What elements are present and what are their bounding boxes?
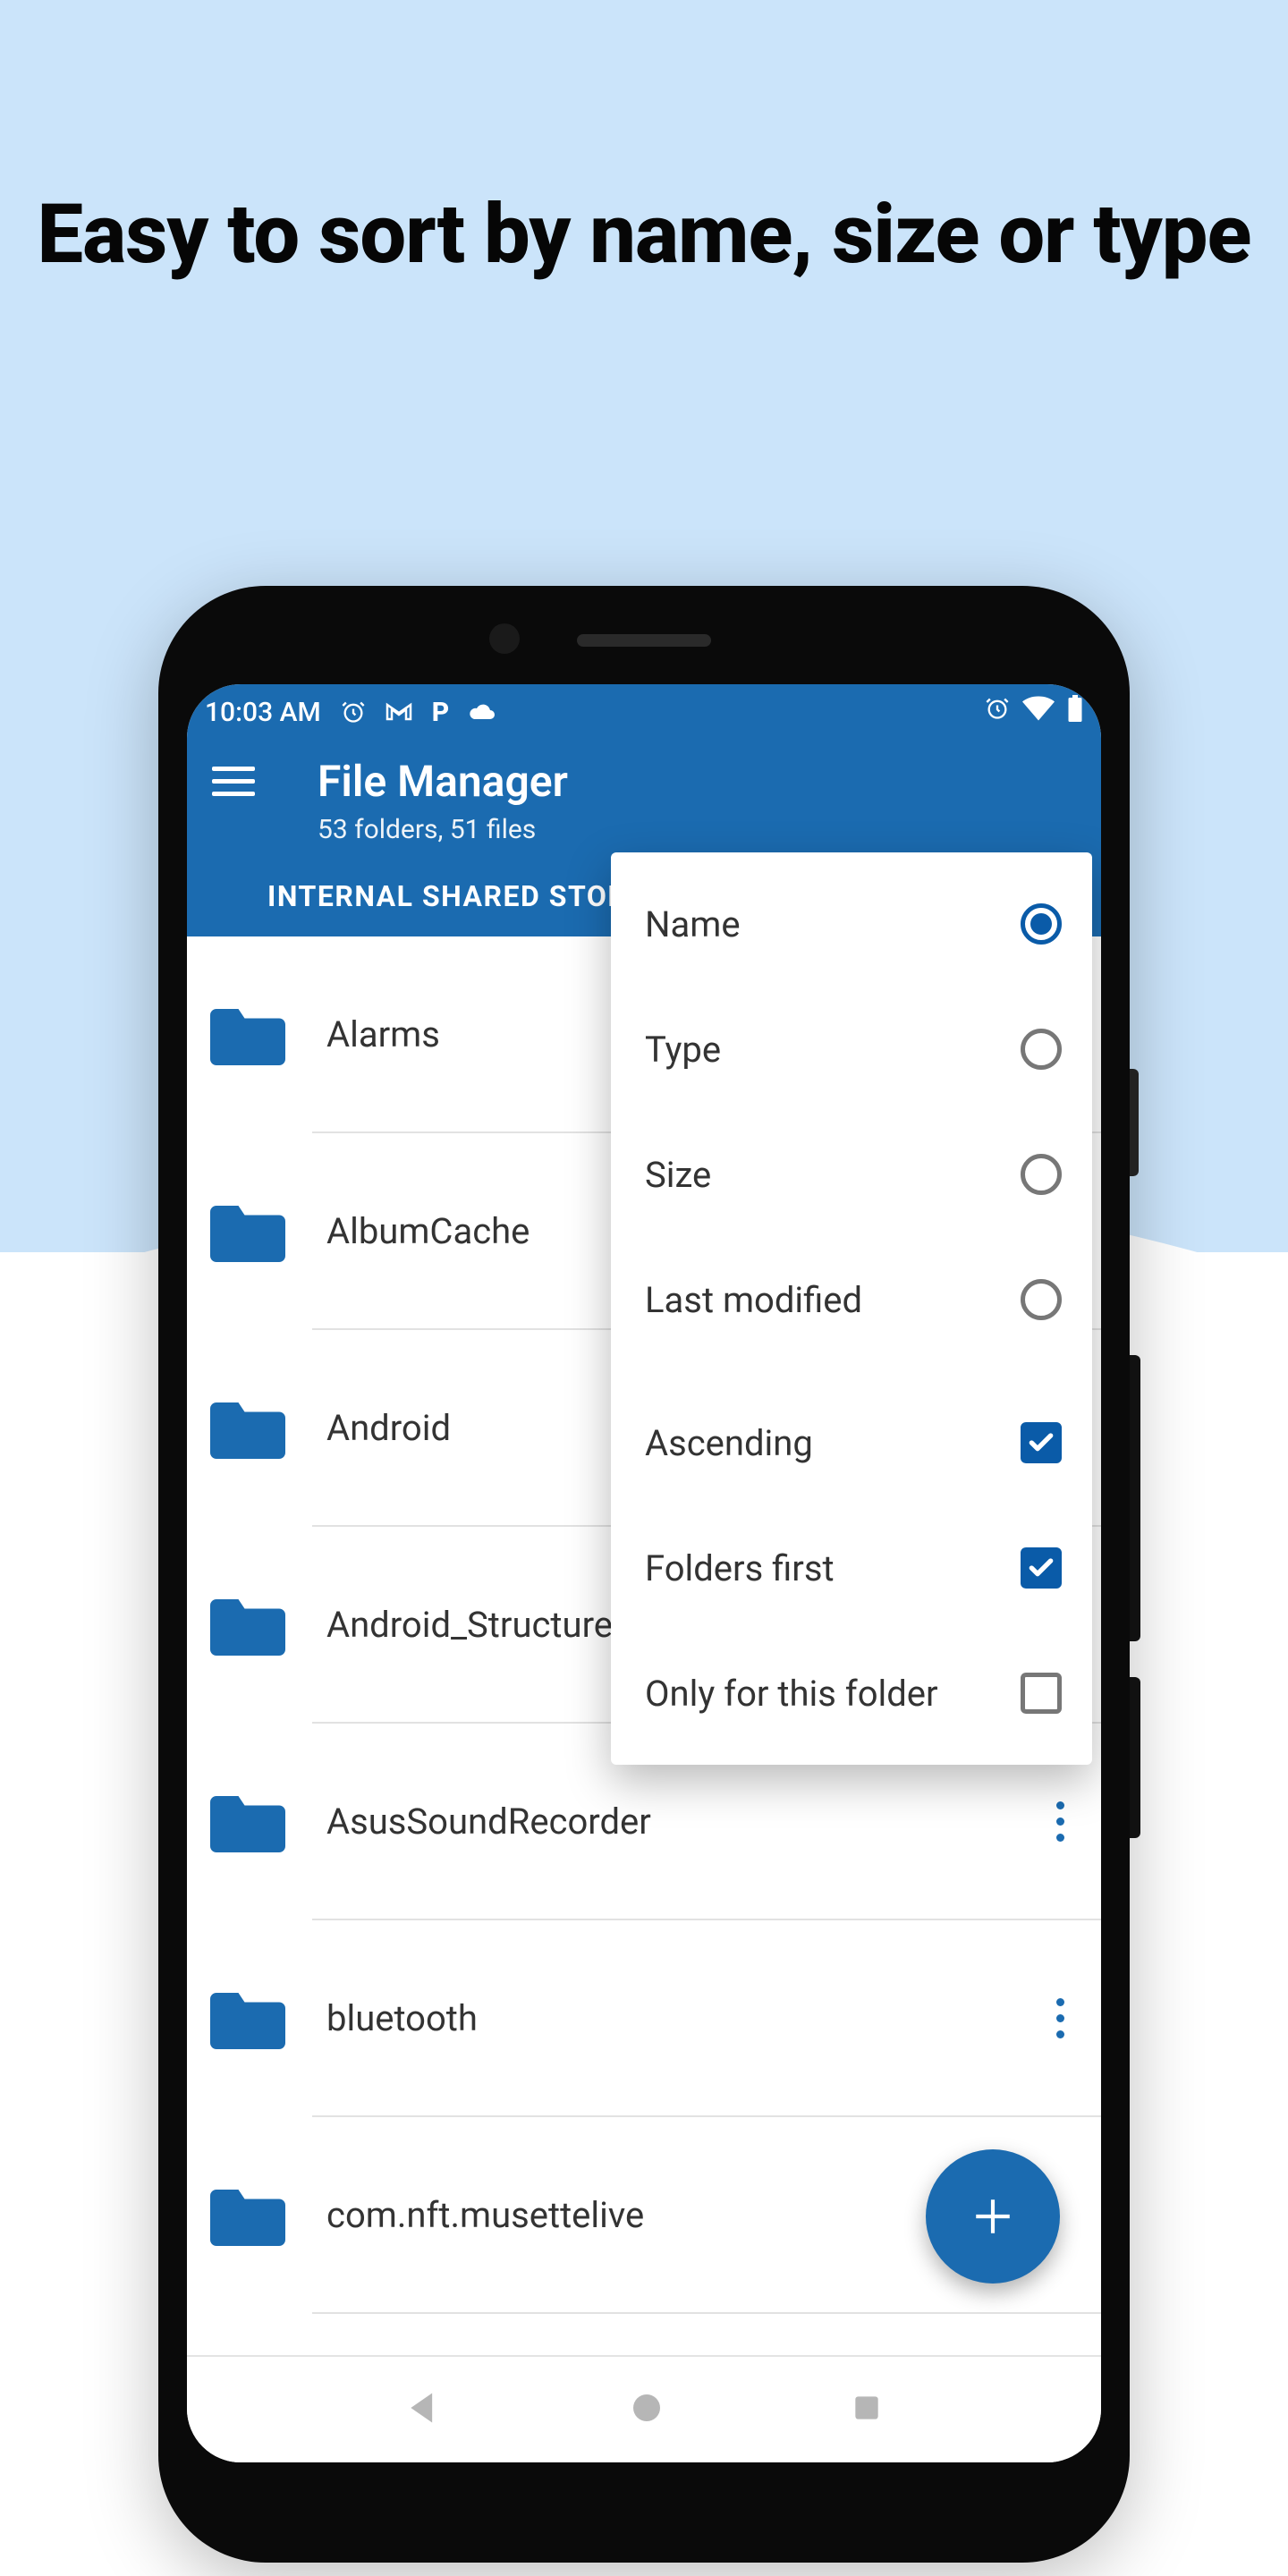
- promo-headline: Easy to sort by name, size or type: [0, 188, 1288, 283]
- menu-icon[interactable]: [212, 764, 257, 800]
- folder-icon: [210, 1987, 285, 2049]
- sort-option-label: Size: [645, 1154, 1021, 1196]
- more-icon[interactable]: [1044, 1991, 1076, 2045]
- folder-name: bluetooth: [326, 1997, 1044, 2039]
- sort-toggle-ascending[interactable]: Ascending: [611, 1380, 1092, 1505]
- folder-icon: [210, 1790, 285, 1852]
- back-icon[interactable]: [404, 2388, 444, 2431]
- sort-option-label: Name: [645, 903, 1021, 945]
- folder-icon: [210, 1003, 285, 1065]
- sort-option-label: Type: [645, 1029, 1021, 1071]
- radio-icon[interactable]: [1021, 1029, 1062, 1070]
- folder-icon: [210, 2183, 285, 2246]
- sort-option-name[interactable]: Name: [611, 861, 1092, 987]
- recents-icon[interactable]: [850, 2391, 884, 2428]
- sort-option-label: Last modified: [645, 1279, 1021, 1321]
- home-icon[interactable]: [629, 2390, 665, 2429]
- screen: 10:03 AM P: [187, 684, 1101, 2462]
- status-bar: 10:03 AM P: [187, 684, 1101, 740]
- checkbox-icon[interactable]: [1021, 1422, 1062, 1463]
- more-icon[interactable]: [1044, 1794, 1076, 1848]
- folder-name: AsusSoundRecorder: [326, 1801, 1044, 1843]
- device-frame: 10:03 AM P: [158, 586, 1130, 2563]
- sort-toggle-label: Ascending: [645, 1422, 1021, 1464]
- cloud-icon: [469, 702, 497, 722]
- sort-toggle-label: Folders first: [645, 1547, 1021, 1589]
- folder-icon: [210, 1199, 285, 1262]
- battery-icon: [1067, 695, 1083, 729]
- add-button[interactable]: [926, 2149, 1060, 2284]
- app-subtitle: 53 folders, 51 files: [318, 814, 1083, 845]
- p-icon: P: [432, 697, 449, 728]
- checkbox-icon[interactable]: [1021, 1673, 1062, 1714]
- sort-option-size[interactable]: Size: [611, 1112, 1092, 1237]
- sort-option-last-modified[interactable]: Last modified: [611, 1237, 1092, 1362]
- folder-icon: [210, 1396, 285, 1459]
- app-title: File Manager: [318, 756, 568, 807]
- folder-icon: [210, 1593, 285, 1656]
- system-nav-bar: [187, 2355, 1101, 2462]
- sort-option-type[interactable]: Type: [611, 987, 1092, 1112]
- radio-icon[interactable]: [1021, 903, 1062, 945]
- alarm-icon-right: [985, 696, 1010, 728]
- alarm-icon: [341, 699, 366, 724]
- radio-icon[interactable]: [1021, 1154, 1062, 1195]
- wifi-icon: [1022, 696, 1055, 728]
- checkbox-icon[interactable]: [1021, 1547, 1062, 1589]
- sort-toggle-only-this-folder[interactable]: Only for this folder: [611, 1631, 1092, 1756]
- sort-toggle-label: Only for this folder: [645, 1673, 1021, 1715]
- sort-menu: Name Type Size Last modified Ascending: [611, 852, 1092, 1765]
- radio-icon[interactable]: [1021, 1279, 1062, 1320]
- list-item[interactable]: bluetooth: [187, 1920, 1101, 2115]
- status-time: 10:03 AM: [205, 697, 321, 728]
- gmail-icon: [386, 702, 412, 722]
- sort-toggle-folders-first[interactable]: Folders first: [611, 1505, 1092, 1631]
